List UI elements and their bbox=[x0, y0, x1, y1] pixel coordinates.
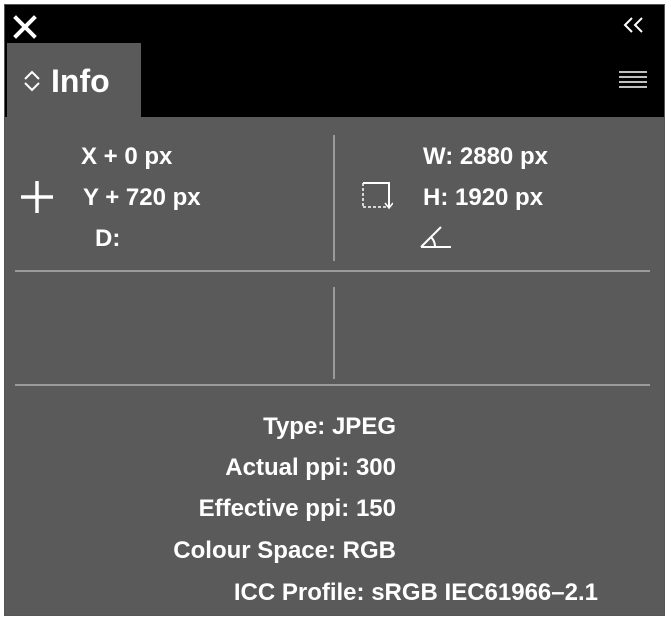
bounding-box-icon bbox=[359, 181, 394, 216]
angle-icon bbox=[419, 223, 453, 256]
size-w: W: 2880 px bbox=[423, 143, 548, 170]
icc-profile: ICC Profile: sRGB IEC61966–2.1 bbox=[233, 579, 598, 606]
divider-horizontal-2 bbox=[15, 384, 650, 386]
crosshair-icon bbox=[19, 179, 55, 220]
info-body: X + 0 px Y + 720 px D: W: 2880 px H: 192… bbox=[5, 117, 664, 615]
file-type: Type: JPEG bbox=[263, 413, 396, 440]
tab-info[interactable]: Info bbox=[7, 43, 141, 119]
hamburger-menu-icon[interactable] bbox=[618, 69, 648, 89]
info-panel: Info X + 0 px Y + 720 px D: W: 2880 px H… bbox=[4, 4, 665, 616]
divider-horizontal-1 bbox=[15, 270, 650, 272]
tab-info-label: Info bbox=[51, 62, 110, 99]
position-x: X + 0 px bbox=[81, 143, 173, 170]
up-down-chevron-icon bbox=[21, 70, 43, 92]
actual-ppi: Actual ppi: 300 bbox=[225, 454, 396, 481]
divider-vertical-middle bbox=[333, 287, 335, 379]
divider-vertical-top bbox=[333, 135, 335, 261]
position-d: D: bbox=[95, 225, 121, 252]
panel-header: Info bbox=[5, 5, 664, 119]
close-icon[interactable] bbox=[13, 15, 37, 39]
colour-space: Colour Space: RGB bbox=[173, 537, 396, 564]
position-y: Y + 720 px bbox=[83, 184, 201, 211]
size-h: H: 1920 px bbox=[423, 184, 544, 211]
effective-ppi: Effective ppi: 150 bbox=[198, 495, 396, 522]
double-chevron-left-icon[interactable] bbox=[620, 15, 648, 35]
